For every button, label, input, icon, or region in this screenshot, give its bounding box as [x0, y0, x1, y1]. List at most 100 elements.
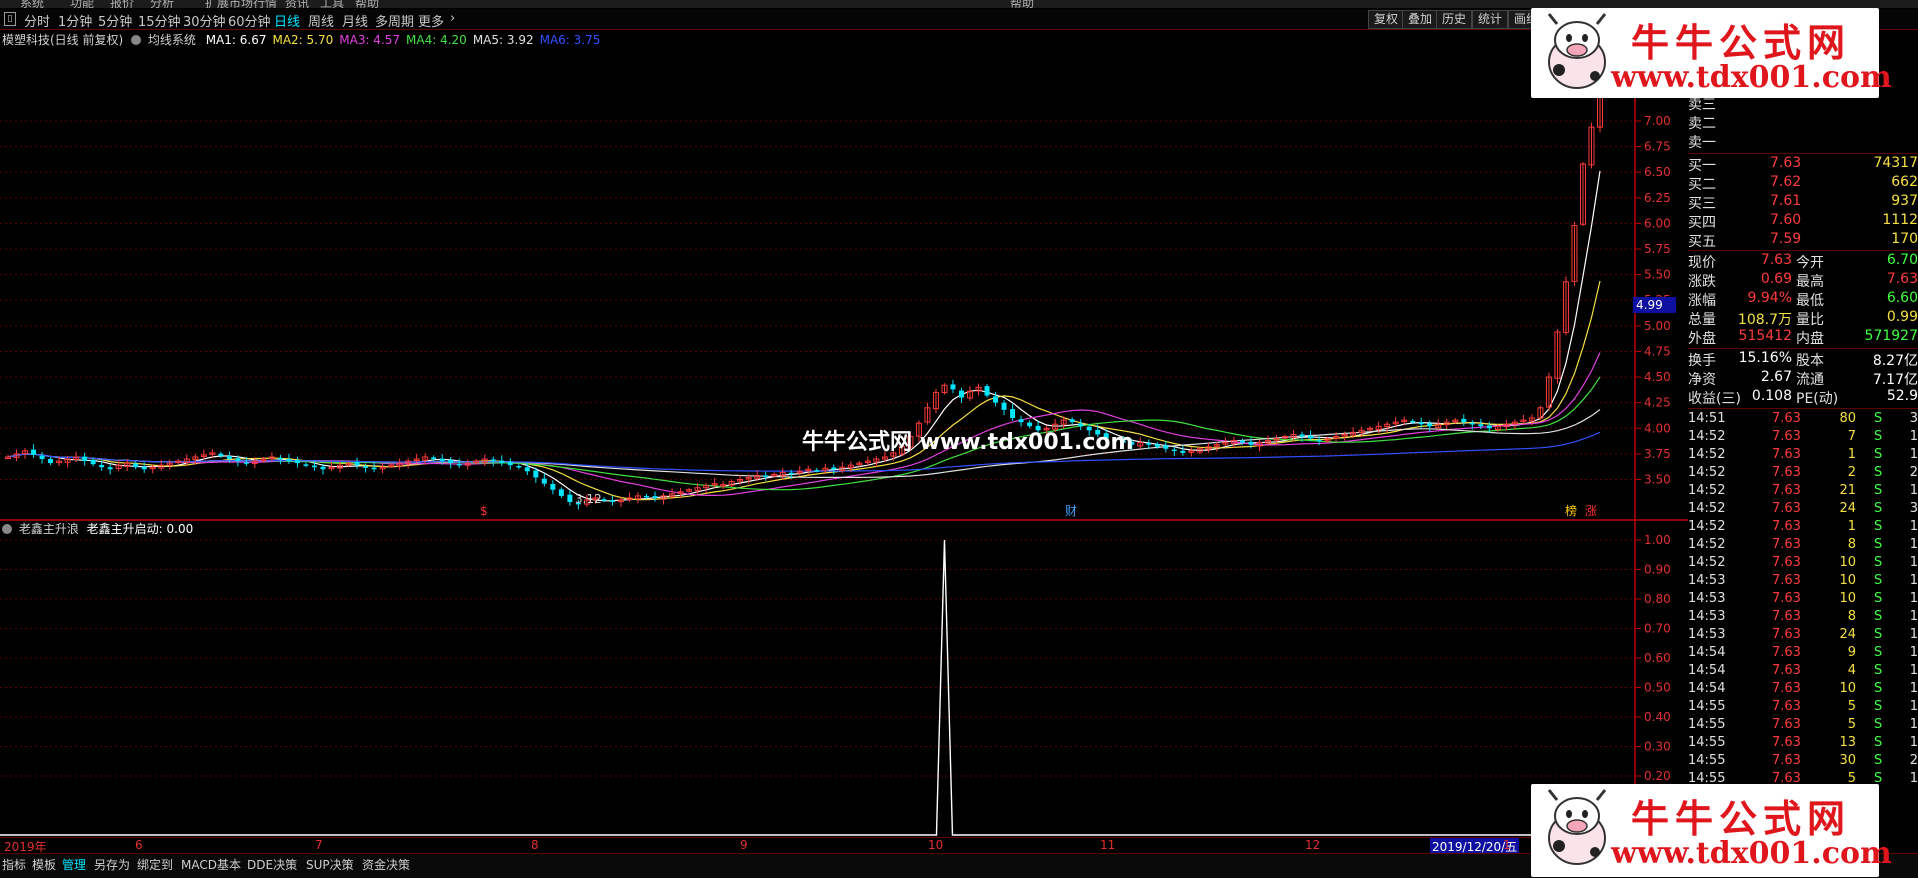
- candle[interactable]: [1469, 422, 1475, 425]
- more-chevron-icon[interactable]: ›: [450, 11, 455, 26]
- menu-item[interactable]: 帮助: [1010, 0, 1034, 8]
- menu-item[interactable]: 工具: [320, 0, 344, 8]
- candle[interactable]: [235, 458, 241, 462]
- event-mark[interactable]: 财: [1065, 504, 1077, 518]
- candle[interactable]: [311, 465, 317, 468]
- candle[interactable]: [950, 384, 956, 390]
- candle[interactable]: [550, 484, 556, 490]
- candle[interactable]: [456, 463, 462, 466]
- buy-level-row[interactable]: 买二 7.62 662: [1688, 174, 1918, 193]
- candle[interactable]: [39, 455, 45, 460]
- candle[interactable]: [1418, 422, 1424, 425]
- candle[interactable]: [984, 386, 990, 396]
- candle[interactable]: [814, 470, 820, 472]
- toolbar-button[interactable]: 统计: [1472, 10, 1509, 29]
- candle[interactable]: [609, 500, 615, 503]
- candle[interactable]: [320, 466, 326, 470]
- candle[interactable]: [1248, 441, 1254, 445]
- event-mark[interactable]: $: [480, 504, 488, 518]
- period-tab[interactable]: 更多: [418, 11, 444, 30]
- toolbar-button[interactable]: 复权: [1368, 10, 1405, 29]
- buy-level-row[interactable]: 买一 7.63 74317: [1688, 155, 1918, 174]
- candle[interactable]: [243, 462, 249, 464]
- buy-level-row[interactable]: 买三 7.61 937: [1688, 193, 1918, 212]
- candle[interactable]: [133, 463, 139, 468]
- menu-item[interactable]: 扩展市场行情: [205, 0, 277, 8]
- candle[interactable]: [831, 467, 837, 470]
- candle[interactable]: [1154, 444, 1160, 447]
- candle[interactable]: [541, 478, 547, 484]
- candle[interactable]: [363, 466, 369, 468]
- candle[interactable]: [107, 467, 113, 470]
- period-tab[interactable]: 周线: [308, 11, 334, 30]
- candle[interactable]: [499, 460, 505, 464]
- period-tab[interactable]: 月线: [342, 11, 368, 30]
- candle[interactable]: [1427, 423, 1433, 427]
- sub-indicator-icon[interactable]: [2, 524, 12, 534]
- candle[interactable]: [1180, 450, 1186, 453]
- candle[interactable]: [533, 470, 539, 478]
- candle[interactable]: [993, 396, 999, 403]
- period-tab[interactable]: 5分钟: [98, 11, 132, 30]
- toolbar-button[interactable]: 历史: [1436, 10, 1473, 29]
- bottom-tab[interactable]: 资金决策: [362, 856, 410, 873]
- menu-item[interactable]: 报价: [110, 0, 134, 8]
- bottom-tab[interactable]: DDE决策: [247, 856, 297, 873]
- period-tab[interactable]: 1分钟: [58, 11, 92, 30]
- indicator-select-icon[interactable]: [131, 35, 142, 45]
- candle[interactable]: [490, 459, 496, 462]
- menu-item[interactable]: 功能: [70, 0, 94, 8]
- candle[interactable]: [31, 449, 37, 455]
- indicator-name[interactable]: 均线系统: [148, 33, 196, 47]
- menu-item[interactable]: 系统: [20, 0, 44, 8]
- candle[interactable]: [1239, 440, 1245, 443]
- candle[interactable]: [294, 460, 300, 464]
- candle[interactable]: [601, 499, 607, 501]
- period-tab[interactable]: 多周期: [375, 11, 414, 30]
- period-tab[interactable]: 分时: [24, 11, 50, 30]
- candle[interactable]: [763, 475, 769, 477]
- candle[interactable]: [1146, 443, 1152, 445]
- menu-item[interactable]: 资讯: [285, 0, 309, 8]
- candle[interactable]: [652, 496, 658, 498]
- candle[interactable]: [90, 459, 96, 465]
- candle[interactable]: [1163, 445, 1169, 449]
- bottom-tab[interactable]: 指标: [2, 856, 26, 873]
- candle[interactable]: [1486, 425, 1492, 429]
- bottom-tab[interactable]: SUP决策: [306, 856, 354, 873]
- period-tab[interactable]: 30分钟: [183, 11, 226, 30]
- period-tab[interactable]: 日线: [274, 11, 300, 30]
- menu-item[interactable]: 分析: [150, 0, 174, 8]
- candle[interactable]: [1010, 409, 1016, 419]
- candle[interactable]: [1461, 418, 1467, 423]
- candle[interactable]: [1316, 439, 1322, 442]
- candle[interactable]: [448, 459, 454, 464]
- candle[interactable]: [1171, 449, 1177, 452]
- toolbar-button[interactable]: 叠加: [1402, 10, 1439, 29]
- bottom-tab[interactable]: 模板: [32, 856, 56, 873]
- candle[interactable]: [1069, 419, 1075, 423]
- candle[interactable]: [431, 457, 437, 460]
- candle[interactable]: [277, 457, 283, 460]
- period-tab[interactable]: 60分钟: [228, 11, 271, 30]
- candle[interactable]: [82, 456, 88, 462]
- candle[interactable]: [788, 472, 794, 475]
- sub-indicator-title[interactable]: 老鑫主升浪: [19, 522, 79, 536]
- buy-level-row[interactable]: 买五 7.59 170: [1688, 231, 1918, 250]
- candle[interactable]: [1299, 434, 1305, 437]
- candle[interactable]: [226, 455, 232, 460]
- candle[interactable]: [371, 467, 377, 470]
- bottom-tab[interactable]: 另存为: [94, 856, 130, 873]
- candle[interactable]: [644, 495, 650, 498]
- bottom-tab[interactable]: MACD基本: [181, 856, 241, 873]
- candle[interactable]: [286, 459, 292, 462]
- candle[interactable]: [507, 461, 513, 466]
- candle[interactable]: [558, 489, 564, 496]
- candle[interactable]: [516, 465, 522, 468]
- candle[interactable]: [1478, 424, 1484, 427]
- event-mark[interactable]: 榜: [1565, 503, 1577, 518]
- event-mark[interactable]: 涨: [1585, 503, 1597, 518]
- candle[interactable]: [1018, 419, 1024, 423]
- candle[interactable]: [303, 464, 309, 466]
- candle[interactable]: [48, 459, 54, 464]
